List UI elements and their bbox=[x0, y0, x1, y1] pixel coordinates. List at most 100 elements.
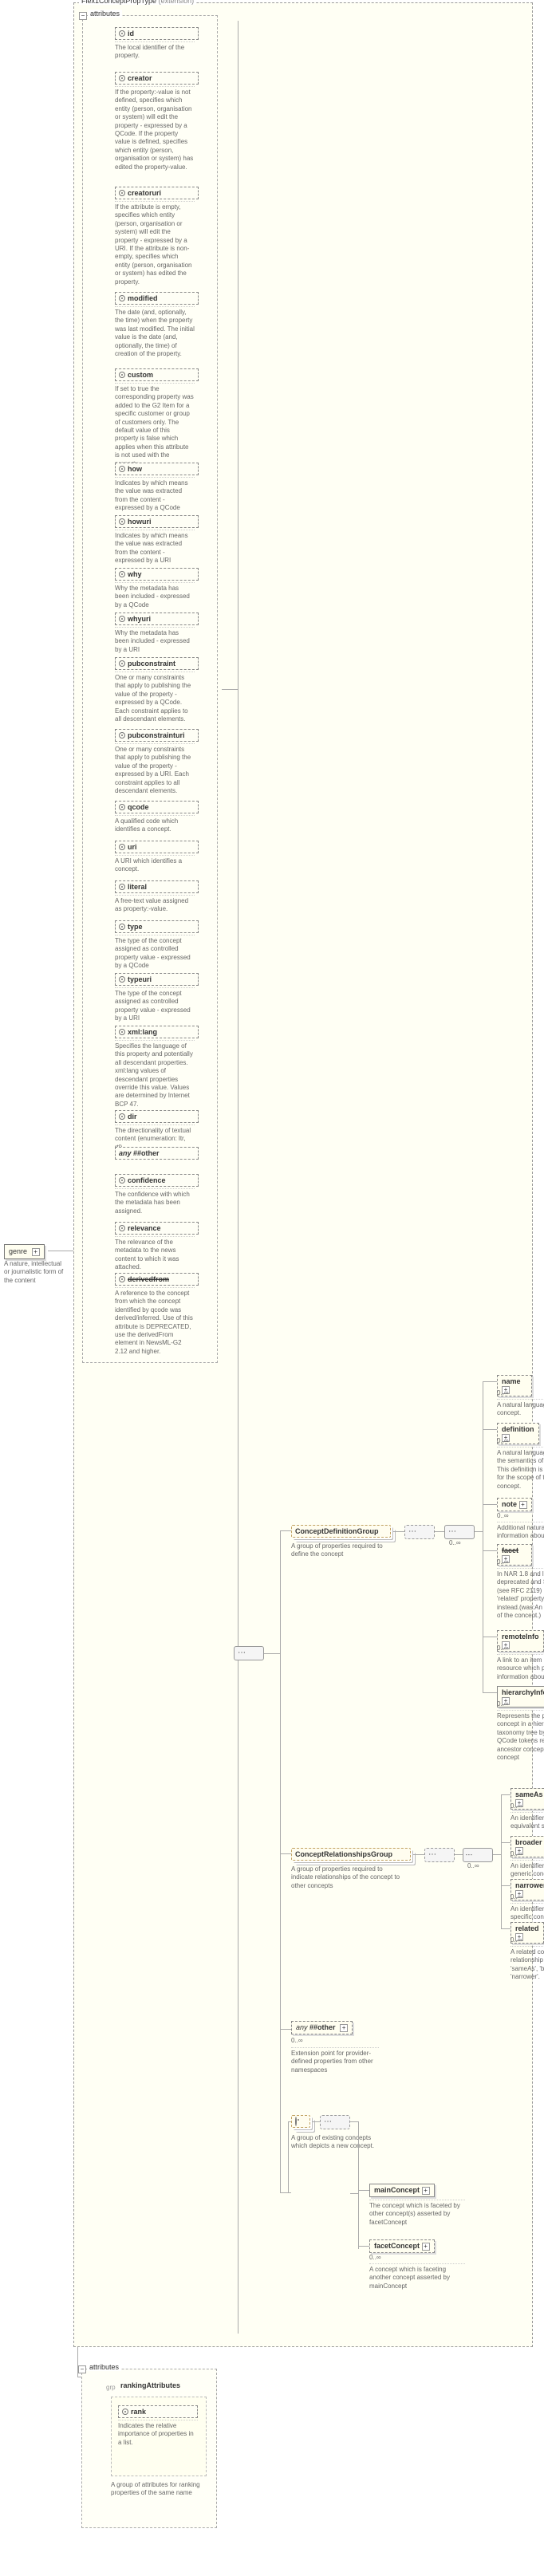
group-label: ConceptRelationshipsGroup bbox=[295, 1850, 392, 1858]
attr-label: type bbox=[128, 923, 143, 931]
ranking-attributes-box: attributes − grp rankingAttributes rank … bbox=[81, 2369, 217, 2528]
element-label: definition bbox=[502, 1425, 534, 1433]
attr-relevance: relevanceThe relevance of the metadata t… bbox=[115, 1222, 199, 1272]
attr-type: typeThe type of the concept assigned as … bbox=[115, 920, 199, 971]
attr-label: pubconstraint bbox=[128, 660, 175, 668]
attr-icon bbox=[119, 804, 125, 810]
occurs: 0..∞ bbox=[497, 1644, 509, 1652]
concept-relationships-group: ConceptRelationshipsGroup bbox=[291, 1848, 411, 1861]
attr-desc: Indicates by which means the value was e… bbox=[115, 477, 195, 513]
attr-label: dir bbox=[128, 1113, 137, 1121]
element-facetConcept: facetConcept + bbox=[369, 2239, 435, 2253]
element-label: facetConcept bbox=[374, 2242, 420, 2250]
attr-confidence: confidenceThe confidence with which the … bbox=[115, 1174, 199, 1215]
attr-desc: Why the metadata has been included - exp… bbox=[115, 582, 195, 609]
attr-literal: literal A free-text value assigned as pro… bbox=[115, 880, 199, 914]
attr-label: why bbox=[128, 570, 142, 578]
attr-icon bbox=[119, 1276, 125, 1282]
element-label: narrower bbox=[515, 1881, 544, 1889]
attr-icon bbox=[119, 30, 125, 37]
attr-icon bbox=[119, 1225, 125, 1231]
attr-modified: modifiedThe date (and, optionally, the t… bbox=[115, 292, 199, 358]
element-note: note + bbox=[497, 1498, 532, 1511]
attr-icon bbox=[119, 295, 125, 301]
ranking-group-label: rankingAttributes bbox=[120, 2381, 180, 2389]
expander-icon[interactable]: − bbox=[79, 12, 87, 20]
attr-why: why Why the metadata has been included - … bbox=[115, 568, 199, 609]
group-label: ConceptDefinitionGroup bbox=[295, 1527, 379, 1535]
attr-label: any ##other bbox=[119, 1149, 160, 1157]
element-label: related bbox=[515, 1924, 539, 1932]
attr-desc: If set to true the corresponding propert… bbox=[115, 383, 195, 468]
attr-icon bbox=[119, 884, 125, 890]
attr-desc: If the attribute is empty, specifies whi… bbox=[115, 201, 195, 286]
rank-attr: rank bbox=[131, 2408, 146, 2416]
sequence-compositor bbox=[444, 1525, 475, 1539]
occurs: 0..∞ bbox=[369, 2254, 381, 2261]
attr-icon bbox=[119, 190, 125, 196]
attr-desc: If the property:-value is not defined, s… bbox=[115, 86, 195, 171]
element-desc: Additional natural language information … bbox=[497, 1522, 544, 1541]
attr-desc: A free-text value assigned as property:-… bbox=[115, 895, 195, 914]
any-other-element: any ##other + bbox=[291, 2021, 353, 2034]
element-label: sameAs bbox=[515, 1790, 543, 1798]
attr-label: xml:lang bbox=[128, 1028, 157, 1036]
element-desc: A natural language definition of the sem… bbox=[497, 1447, 544, 1491]
attr-desc: A qualified code which identifies a conc… bbox=[115, 815, 195, 834]
element-desc: An identifier of a concept with equivale… bbox=[510, 1812, 544, 1831]
attr-desc: Specifies the language of this property … bbox=[115, 1040, 195, 1109]
element-label: remoteInfo bbox=[502, 1633, 539, 1641]
attr-howuri: howuriIndicates by which means the value… bbox=[115, 515, 199, 565]
element-desc: An identifier of a more specific concept… bbox=[510, 1903, 544, 1922]
expander-icon[interactable]: + bbox=[422, 2243, 430, 2251]
attr-icon bbox=[119, 1113, 125, 1120]
attr-uri: uriA URI which identifies a concept. bbox=[115, 841, 199, 874]
attr-desc: The confidence with which the metadata h… bbox=[115, 1188, 195, 1215]
attr-custom: customIf set to true the corresponding p… bbox=[115, 368, 199, 468]
expander-icon[interactable]: + bbox=[340, 2024, 348, 2032]
element-desc: Represents the position of a concept in … bbox=[497, 1710, 544, 1762]
attr-desc: Why the metadata has been included - exp… bbox=[115, 627, 195, 654]
root-element: genre + bbox=[4, 1244, 45, 1259]
expander-icon[interactable]: + bbox=[519, 1501, 527, 1509]
attr-whyuri: whyuri Why the metadata has been included… bbox=[115, 612, 199, 654]
attr-label: literal bbox=[128, 883, 147, 891]
element-desc: A related concept, where the relationshi… bbox=[510, 1946, 544, 1982]
attr-label: derivedfrom bbox=[128, 1275, 169, 1283]
group-indicator: grp bbox=[106, 2384, 116, 2391]
occurs: 0..∞ bbox=[510, 1850, 522, 1857]
expander-icon[interactable]: + bbox=[422, 2187, 430, 2195]
attributes-title: attributes bbox=[87, 2363, 121, 2371]
element-label: hierarchyInfo bbox=[502, 1688, 544, 1696]
occurs: 0..∞ bbox=[510, 1802, 522, 1810]
extension-box: Flex1ConceptPropType (extension) attribu… bbox=[73, 2, 533, 2347]
attr-icon bbox=[119, 976, 125, 983]
attr-typeuri: typeuriThe type of the concept assigned … bbox=[115, 973, 199, 1023]
attr-label: modified bbox=[128, 294, 158, 302]
attr-creatoruri: creatoruri If the attribute is empty, spe… bbox=[115, 187, 199, 286]
attr-how: how Indicates by which means the value wa… bbox=[115, 463, 199, 513]
element-label: note bbox=[502, 1500, 517, 1508]
attr-desc: One or many constraints that apply to pu… bbox=[115, 672, 195, 723]
element-desc: A natural language name for the concept. bbox=[497, 1399, 544, 1418]
attr-icon bbox=[119, 372, 125, 378]
attr-label: how bbox=[128, 465, 142, 473]
attr-label: creatoruri bbox=[128, 189, 161, 197]
sequence-compositor bbox=[234, 1646, 264, 1660]
attr-pubconstrainturi: pubconstrainturiOne or many constraints … bbox=[115, 729, 199, 795]
attr-desc: The relevance of the metadata to the new… bbox=[115, 1236, 195, 1272]
anonymous-group bbox=[291, 2115, 310, 2128]
attr-icon bbox=[119, 660, 125, 667]
attributes-box: attributes − idThe local identifier of t… bbox=[82, 15, 218, 1363]
expander-icon[interactable]: − bbox=[78, 2365, 86, 2373]
attr-label: whyuri bbox=[128, 615, 151, 623]
expander-icon[interactable]: + bbox=[32, 1248, 40, 1256]
attr-icon bbox=[119, 571, 125, 577]
group-desc: A group of properties required to indica… bbox=[291, 1865, 403, 1890]
occurs: 0..∞ bbox=[497, 1558, 509, 1566]
attr-qcode: qcodeA qualified code which identifies a… bbox=[115, 801, 199, 834]
element-label: facet bbox=[502, 1546, 518, 1554]
occurs: 0..∞ bbox=[510, 1893, 522, 1900]
occurs: 0..∞ bbox=[291, 2037, 303, 2044]
occurs: 0..∞ bbox=[497, 1437, 509, 1444]
